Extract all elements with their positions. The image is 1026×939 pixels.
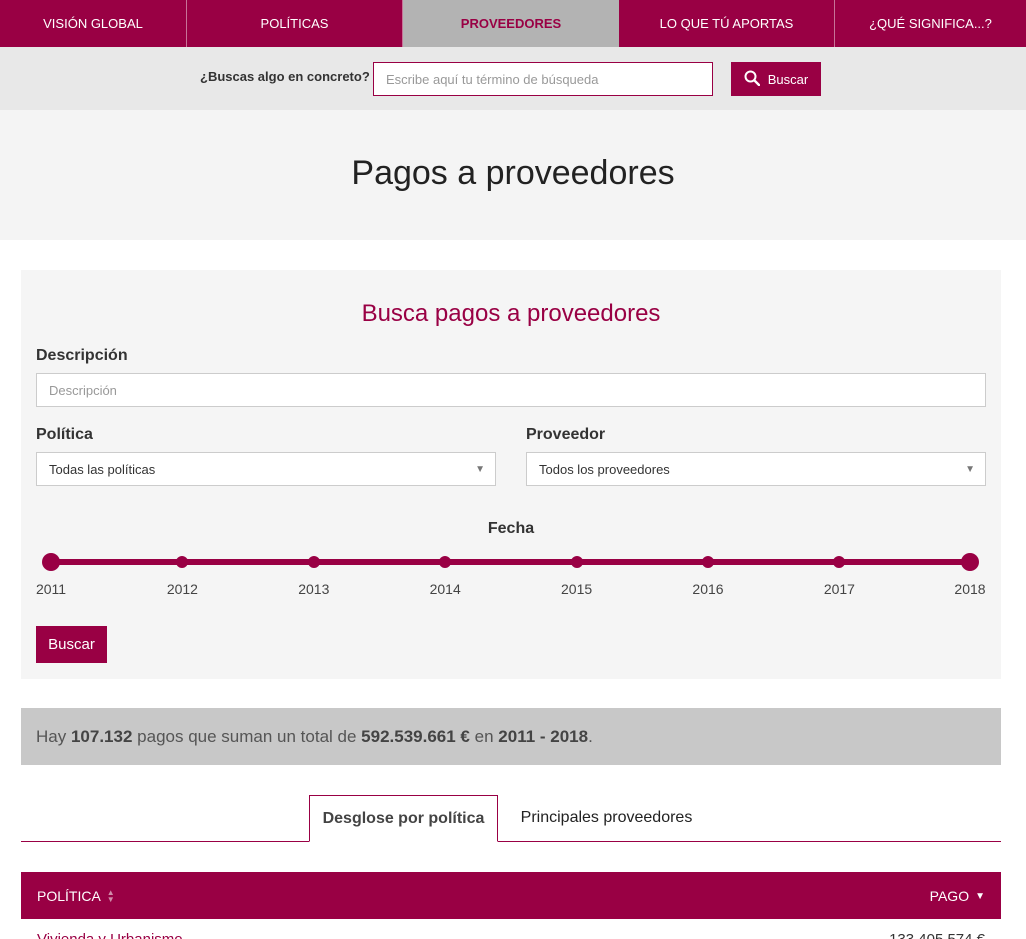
search-button-label: Buscar: [767, 71, 809, 87]
proveedor-select[interactable]: Todos los proveedores ▼: [526, 452, 986, 486]
description-input[interactable]: [36, 373, 986, 407]
nav-item-politicas[interactable]: POLÍTICAS: [187, 0, 403, 47]
politica-column-label: POLÍTICA: [37, 888, 101, 904]
proveedor-label: Proveedor: [526, 426, 606, 443]
nav-item-que-significa[interactable]: ¿QUÉ SIGNIFICA...?: [835, 0, 1026, 47]
politica-select[interactable]: Todas las políticas ▼: [36, 452, 496, 486]
summary-range: 2011 - 2018: [498, 727, 589, 746]
search-icon: [744, 70, 760, 89]
row-pago-value: 133.405.574 €: [889, 931, 985, 939]
pago-column-label: PAGO: [929, 888, 970, 904]
sort-desc-icon: ▼: [975, 890, 985, 902]
year-label: 2017: [823, 581, 855, 597]
date-range-start-handle[interactable]: [42, 553, 60, 571]
summary-text: Hay 107.132 pagos que suman un total de …: [36, 727, 593, 747]
slider-tick-2015: [570, 556, 583, 568]
tabs-divider: [21, 841, 1001, 842]
politica-column-header[interactable]: POLÍTICA ▲ ▼: [37, 888, 115, 904]
proveedor-select-value: Todos los proveedores: [539, 461, 670, 477]
slider-tick-2014: [439, 556, 452, 568]
search-bar: ¿Buscas algo en concreto? Buscar: [0, 47, 1026, 110]
year-label: 2014: [429, 581, 461, 597]
search-input[interactable]: [373, 62, 713, 96]
pago-column-header[interactable]: PAGO ▼: [930, 888, 985, 904]
search-button[interactable]: Buscar: [731, 62, 821, 96]
year-label: 2013: [298, 581, 330, 597]
results-summary: Hay 107.132 pagos que suman un total de …: [21, 708, 1001, 765]
search-label: ¿Buscas algo en concreto?: [200, 69, 370, 84]
filter-panel-title: Busca pagos a proveedores: [361, 300, 661, 327]
summary-count: 107.132: [70, 727, 133, 746]
summary-prefix: Hay: [36, 727, 67, 746]
summary-in: en: [474, 727, 494, 746]
filter-submit-button[interactable]: Buscar: [36, 626, 107, 663]
sort-icon: ▲ ▼: [106, 888, 115, 904]
table-header: POLÍTICA ▲ ▼ PAGO ▼: [21, 872, 1001, 919]
year-label: 2012: [166, 581, 198, 597]
summary-total: 592.539.661 €: [361, 727, 470, 746]
nav-item-proveedores[interactable]: PROVEEDORES: [403, 0, 619, 47]
tab-desglose-por-politica[interactable]: Desglose por política: [309, 795, 498, 842]
nav-item-vision-global[interactable]: VISIÓN GLOBAL: [0, 0, 187, 47]
year-label: 2018: [954, 581, 986, 597]
nav-item-lo-que-tu-aportas[interactable]: LO QUE TÚ APORTAS: [619, 0, 835, 47]
politica-select-value: Todas las políticas: [49, 461, 156, 477]
chevron-down-icon: ▼: [965, 464, 975, 475]
page-title: Pagos a proveedores: [351, 154, 675, 192]
slider-tick-2016: [702, 556, 714, 568]
main-nav: VISIÓN GLOBAL POLÍTICAS PROVEEDORES LO Q…: [0, 0, 1026, 47]
year-label: 2015: [561, 581, 593, 597]
tab-principales-proveedores[interactable]: Principales proveedores: [500, 795, 713, 841]
summary-middle: pagos que suman un total de: [137, 727, 357, 746]
slider-tick-2013: [307, 556, 320, 568]
table-row: Vivienda y Urbanismo 133.405.574 €: [21, 919, 1001, 939]
politica-label: Política: [36, 426, 93, 443]
year-label: 2016: [692, 581, 724, 597]
fecha-label: Fecha: [487, 520, 535, 537]
year-label: 2011: [35, 581, 67, 597]
slider-tick-2012: [176, 556, 189, 568]
slider-tick-2017: [833, 556, 846, 568]
summary-suffix: .: [588, 727, 593, 746]
description-label: Descripción: [36, 347, 128, 364]
chevron-down-icon: ▼: [475, 464, 485, 475]
filter-panel: Busca pagos a proveedores Descripción Po…: [21, 270, 1001, 679]
date-range-end-handle[interactable]: [961, 553, 979, 571]
row-politica-link[interactable]: Vivienda y Urbanismo: [37, 931, 183, 939]
page-header: Pagos a proveedores: [0, 110, 1026, 240]
